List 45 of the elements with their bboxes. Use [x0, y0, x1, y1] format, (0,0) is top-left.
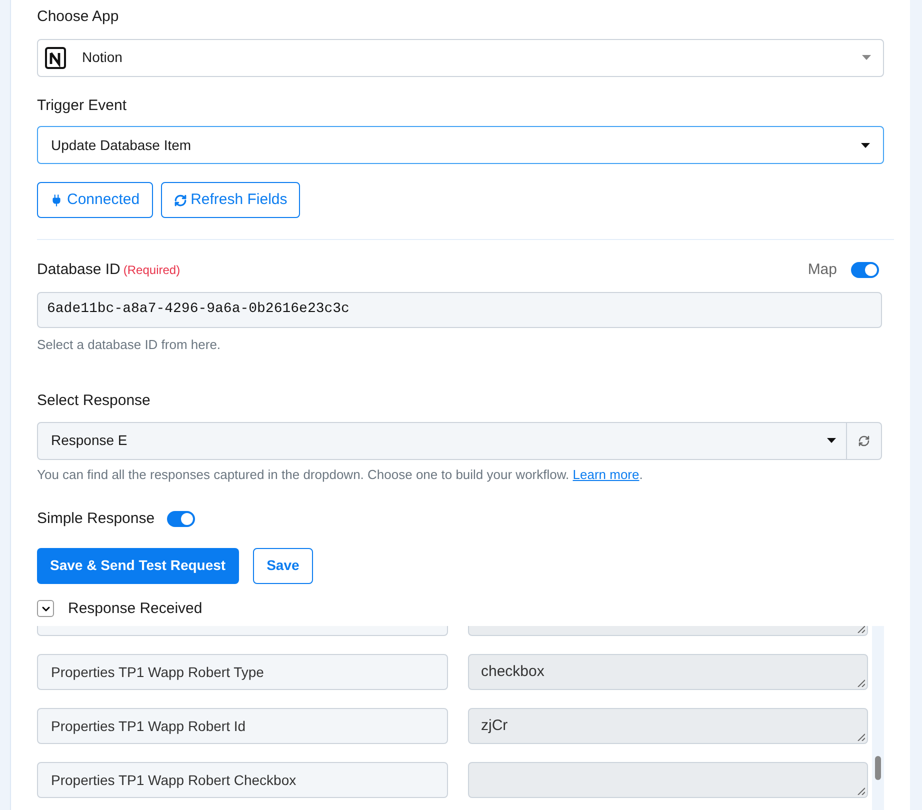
key-field: Properties TP1 Wapp Robert Checkbox	[37, 762, 448, 798]
field-label: Select Response	[37, 391, 152, 411]
refresh-button[interactable]: Refresh Fields	[160, 182, 300, 218]
map-toggle[interactable]	[851, 262, 879, 278]
response-dropdown[interactable]: Response E	[37, 422, 847, 460]
scrollbar-thumb[interactable]	[875, 756, 881, 780]
value-field[interactable]: zjCr	[468, 708, 868, 744]
required-note: (Required)	[123, 262, 180, 280]
refresh-button[interactable]	[847, 422, 882, 460]
learn-more-link[interactable]: Learn more	[572, 466, 640, 482]
value-field[interactable]	[468, 762, 868, 798]
caret-icon	[827, 438, 836, 443]
value-field[interactable]: checkbox	[468, 654, 868, 690]
save-button[interactable]: Save	[252, 548, 314, 584]
event-dropdown[interactable]: Update Database Item	[37, 126, 884, 164]
field-label: Database ID	[37, 260, 120, 280]
section-title: Response Received	[68, 598, 202, 618]
database-id-field[interactable]: 6ade11bc-a8a7-4296-9a6a-0b2616e23c3c	[37, 292, 882, 328]
help-text: Select a database ID from here.	[37, 336, 222, 354]
simple-response-toggle[interactable]	[166, 511, 195, 528]
resize-handle-icon	[857, 733, 865, 741]
dropdown-value: Update Database Item	[51, 136, 192, 155]
key-field: Properties TP1 Wapp Robert Id	[37, 708, 448, 744]
dropdown-value: Response E	[51, 431, 128, 450]
resize-handle-icon	[857, 679, 865, 687]
field-label: Simple Response	[37, 509, 155, 529]
resize-handle-icon	[857, 626, 865, 633]
field-value: 6ade11bc-a8a7-4296-9a6a-0b2616e23c3c	[47, 300, 350, 319]
dropdown-value: Notion	[82, 48, 124, 67]
help-text: You can find all the responses captured in the dropdown. Choose one to build your workflow. Learn more.	[37, 466, 644, 484]
caret-icon	[862, 55, 871, 60]
field-label: Trigger Event	[37, 96, 128, 116]
map-label: Map	[808, 260, 837, 280]
refresh-icon	[858, 434, 870, 446]
send-test-button[interactable]: Save & Send Test Request	[37, 548, 239, 584]
app-dropdown[interactable]: Notion	[37, 38, 884, 76]
key-field: Properties TP1 Wapp Robert Type	[37, 654, 448, 690]
plug-icon	[50, 194, 63, 206]
refresh-icon	[174, 194, 187, 206]
resize-handle-icon	[857, 787, 865, 795]
collapse-toggle[interactable]	[37, 600, 54, 618]
caret-icon	[861, 142, 870, 148]
notion-logo-icon	[44, 46, 68, 70]
connected-button[interactable]: Connected	[37, 182, 153, 218]
field-label: Choose App	[37, 7, 120, 27]
